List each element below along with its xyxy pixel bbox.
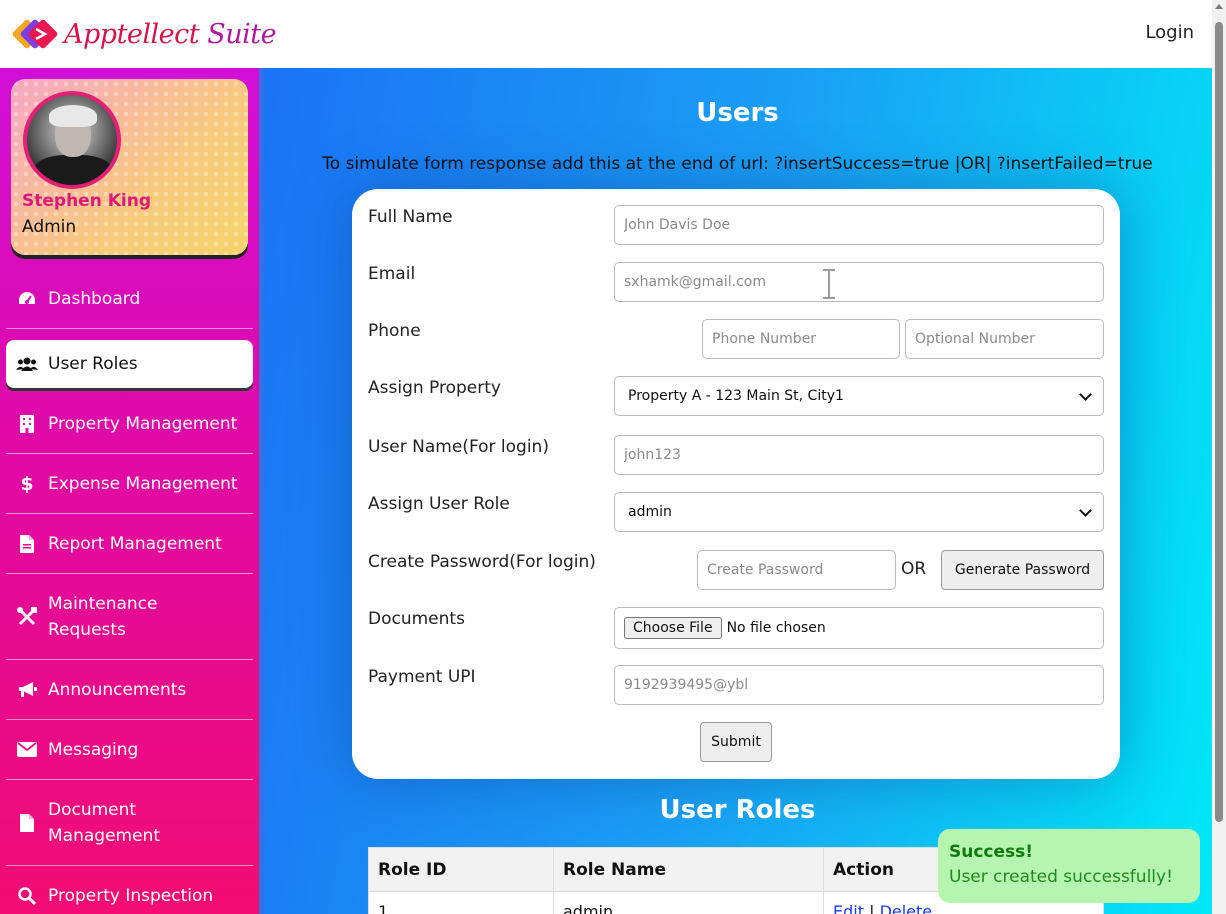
phone-number-input[interactable] — [702, 319, 900, 359]
sidebar-item-label: Property Management — [48, 413, 238, 434]
profile-card: Stephen King Admin — [11, 79, 248, 255]
full-name-input[interactable] — [614, 205, 1104, 245]
sidebar-item-property-management[interactable]: Property Management — [6, 394, 253, 454]
text-cursor — [823, 269, 835, 299]
payment-upi-label: Payment UPI — [368, 667, 476, 687]
column-header-role-id: Role ID — [368, 847, 554, 892]
sidebar-item-label: Report Management — [48, 533, 222, 554]
chevron-down-icon — [1079, 387, 1092, 401]
page-title: Users — [696, 98, 779, 128]
sidebar-item-label: Property Inspection — [48, 886, 214, 906]
sidebar-item-user-roles[interactable]: User Roles — [6, 340, 253, 388]
assign-property-select[interactable]: Property A - 123 Main St, City1 — [614, 376, 1104, 416]
assign-user-role-label: Assign User Role — [368, 494, 510, 514]
sidebar-item-expense-management[interactable]: $ Expense Management — [6, 454, 253, 514]
search-icon — [16, 885, 38, 907]
sidebar-item-messaging[interactable]: Messaging — [6, 720, 253, 780]
role-id-cell: 1 — [368, 891, 554, 914]
page-scrollbar[interactable] — [1212, 0, 1226, 914]
role-name-cell: admin — [553, 891, 824, 914]
sidebar-item-document-management[interactable]: Document Management — [6, 780, 253, 866]
or-separator: OR — [901, 559, 927, 579]
sidebar-item-label: Messaging — [48, 739, 139, 760]
top-header: Apptellect Suite Login — [0, 0, 1212, 68]
assign-user-role-value: admin — [628, 504, 672, 520]
megaphone-icon — [16, 679, 38, 701]
dollar-icon: $ — [20, 472, 34, 495]
profile-role: Admin — [22, 217, 77, 237]
profile-name: Stephen King — [22, 191, 151, 211]
scroll-thumb[interactable] — [1215, 22, 1223, 822]
success-toast[interactable]: Success! User created successfully! — [938, 829, 1200, 903]
sidebar-item-announcements[interactable]: Announcements — [6, 660, 253, 720]
scroll-up-arrow-icon[interactable] — [1215, 4, 1223, 9]
payment-upi-input[interactable] — [614, 665, 1104, 705]
edit-link[interactable]: Edit — [833, 902, 864, 914]
building-icon — [16, 413, 38, 435]
file-icon — [16, 533, 38, 555]
toast-message: User created successfully! — [949, 867, 1173, 887]
logo-icon — [12, 19, 58, 49]
gauge-icon — [16, 288, 38, 310]
username-input[interactable] — [614, 435, 1104, 475]
user-form: Full Name Email Phone Assign Property Pr… — [352, 189, 1120, 779]
sidebar-item-dashboard[interactable]: Dashboard — [6, 269, 253, 329]
full-name-label: Full Name — [368, 207, 453, 227]
sidebar-item-label: Dashboard — [48, 288, 141, 309]
main-content: Users To simulate form response add this… — [263, 68, 1212, 914]
sidebar-item-label: Announcements — [48, 679, 187, 700]
create-password-label: Create Password(For login) — [368, 552, 596, 572]
file-icon — [16, 812, 38, 834]
toast-title: Success! — [949, 842, 1034, 862]
email-label: Email — [368, 264, 416, 284]
assign-property-value: Property A - 123 Main St, City1 — [628, 388, 844, 404]
username-label: User Name(For login) — [368, 437, 549, 457]
user-roles-title: User Roles — [659, 795, 816, 825]
choose-file-button[interactable]: Choose File — [624, 617, 722, 639]
sidebar-item-report-management[interactable]: Report Management — [6, 514, 253, 574]
envelope-icon — [16, 739, 38, 761]
sidebar-item-maintenance-requests[interactable]: Maintenance Requests — [6, 574, 253, 660]
brand-name: Apptellect Suite — [64, 18, 277, 50]
sidebar-item-property-inspection[interactable]: Property Inspection — [6, 866, 253, 914]
sidebar-nav: Dashboard User Roles Property Management… — [6, 269, 253, 914]
tools-icon — [16, 606, 38, 628]
chevron-down-icon — [1079, 503, 1092, 517]
sidebar: Stephen King Admin Dashboard User Roles … — [0, 68, 259, 914]
column-header-role-name: Role Name — [553, 847, 824, 892]
form-hint: To simulate form response add this at th… — [322, 154, 1153, 174]
brand-logo[interactable]: Apptellect Suite — [12, 15, 277, 53]
phone-label: Phone — [368, 321, 421, 341]
sidebar-item-label: Document Management — [48, 799, 160, 846]
assign-property-label: Assign Property — [368, 378, 501, 398]
users-icon — [16, 353, 38, 375]
email-input[interactable] — [614, 262, 1104, 302]
sidebar-item-label: Maintenance Requests — [48, 593, 158, 640]
submit-button[interactable]: Submit — [700, 722, 772, 762]
sidebar-item-label: User Roles — [48, 354, 138, 374]
documents-label: Documents — [368, 609, 465, 629]
login-link[interactable]: Login — [1145, 22, 1194, 43]
action-separator: | — [869, 902, 875, 914]
assign-user-role-select[interactable]: admin — [614, 492, 1104, 532]
sidebar-item-label: Expense Management — [48, 473, 238, 494]
documents-file-input[interactable]: Choose File No file chosen — [614, 607, 1104, 649]
create-password-input[interactable] — [697, 550, 896, 590]
delete-link[interactable]: Delete — [880, 902, 933, 914]
avatar — [23, 91, 121, 189]
file-status: No file chosen — [726, 620, 826, 636]
generate-password-button[interactable]: Generate Password — [941, 550, 1104, 590]
optional-number-input[interactable] — [905, 319, 1104, 359]
